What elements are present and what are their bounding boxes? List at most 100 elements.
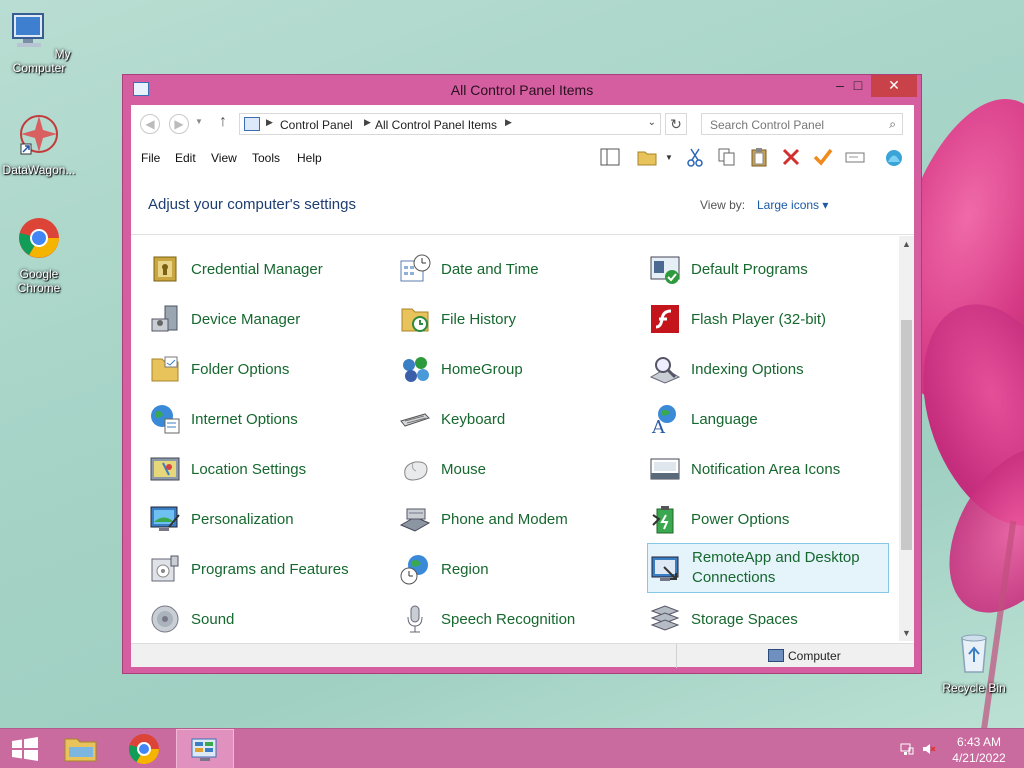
view-by-label: View by: (700, 198, 746, 212)
volume-muted-icon[interactable] (922, 742, 936, 756)
item-label: Personalization (191, 511, 294, 528)
item-mouse[interactable]: Mouse (397, 444, 639, 494)
item-label: Device Manager (191, 311, 301, 328)
notification-icon (650, 458, 680, 480)
item-notification-area-icons[interactable]: Notification Area Icons (647, 444, 889, 494)
address-bar[interactable]: ▶ Control Panel ▶ All Control Panel Item… (239, 113, 661, 135)
back-button[interactable]: ◀ (140, 114, 160, 134)
device-manager-icon (151, 305, 178, 332)
computer-icon (12, 13, 45, 47)
layout-icon[interactable] (599, 146, 621, 168)
item-sound[interactable]: Sound (147, 594, 389, 641)
item-label: Language (691, 411, 758, 428)
item-flash-player[interactable]: Flash Player (32-bit) (647, 294, 889, 344)
close-button[interactable]: ✕ (871, 75, 917, 97)
status-bar: Computer (131, 643, 914, 668)
file-history-icon (401, 308, 429, 332)
desktop-icon-google-chrome[interactable]: Google Chrome (1, 216, 77, 295)
scroll-down-arrow[interactable]: ▼ (899, 628, 914, 638)
page-title: Adjust your computer's settings (148, 196, 356, 213)
item-device-manager[interactable]: Device Manager (147, 294, 389, 344)
item-homegroup[interactable]: HomeGroup (397, 344, 639, 394)
item-indexing-options[interactable]: Indexing Options (647, 344, 889, 394)
item-label: Flash Player (32-bit) (691, 311, 827, 328)
breadcrumb-separator[interactable]: ▶ (266, 117, 273, 128)
menu-tools[interactable]: Tools (252, 151, 280, 165)
delete-icon[interactable] (780, 146, 802, 168)
window-titlebar[interactable]: All Control Panel Items – □ ✕ (123, 75, 921, 105)
item-programs-and-features[interactable]: Programs and Features (147, 544, 389, 594)
rename-icon[interactable] (844, 146, 866, 168)
start-button[interactable] (0, 729, 58, 768)
clock-date: 4/21/2022 (952, 751, 1006, 765)
item-speech-recognition[interactable]: Speech Recognition (397, 594, 639, 641)
scroll-up-arrow[interactable]: ▲ (899, 239, 914, 249)
item-storage-spaces[interactable]: Storage Spaces (647, 594, 889, 641)
menu-help[interactable]: Help (297, 151, 322, 165)
item-region[interactable]: Region (397, 544, 639, 594)
menu-bar: File Edit View Tools Help ▼ (131, 143, 914, 171)
item-credential-manager[interactable]: Credential Manager (147, 244, 389, 294)
item-label: Sound (191, 611, 235, 628)
item-default-programs[interactable]: Default Programs (647, 244, 889, 294)
item-label: Default Programs (691, 261, 808, 278)
scroll-thumb[interactable] (901, 320, 912, 550)
item-folder-options[interactable]: Folder Options (147, 344, 389, 394)
desktop-icon-recycle-bin[interactable]: Recycle Bin (936, 630, 1012, 695)
control-panel-taskbar-button[interactable] (176, 729, 234, 768)
item-power-options[interactable]: Power Options (647, 494, 889, 544)
item-label: Programs and Features (191, 561, 349, 578)
item-keyboard[interactable]: Keyboard (397, 394, 639, 444)
network-icon[interactable] (900, 742, 914, 756)
item-date-and-time[interactable]: Date and Time (397, 244, 639, 294)
breadcrumb-all-items[interactable]: All Control Panel Items (375, 118, 497, 132)
item-language[interactable]: A Language (647, 394, 889, 444)
search-placeholder: Search Control Panel (710, 118, 825, 132)
item-label: Credential Manager (191, 261, 323, 278)
shell-icon[interactable] (883, 146, 905, 168)
maximize-button[interactable]: □ (845, 75, 871, 97)
search-input[interactable]: Search Control Panel ⌕ (701, 113, 903, 135)
item-label: Phone and Modem (441, 511, 568, 528)
paste-icon[interactable] (748, 146, 770, 168)
folder-dropdown-icon[interactable]: ▼ (665, 153, 673, 162)
recent-locations-dropdown[interactable]: ▼ (195, 117, 203, 126)
desktop-icon-label: Recycle Bin (942, 681, 1006, 695)
item-label: Keyboard (441, 411, 506, 428)
item-remoteapp-and-desktop-connections[interactable]: RemoteApp and Desktop Connections (647, 543, 889, 593)
system-clock[interactable]: 6:43 AM 4/21/2022 (940, 734, 1018, 766)
item-phone-and-modem[interactable]: Phone and Modem (397, 494, 639, 544)
sound-icon (151, 605, 179, 633)
file-explorer-taskbar-icon[interactable] (52, 729, 110, 768)
menu-view[interactable]: View (211, 151, 237, 165)
copy-icon[interactable] (716, 146, 738, 168)
computer-icon (768, 649, 784, 662)
forward-button[interactable]: ▶ (169, 114, 189, 134)
view-by-dropdown[interactable]: Large icons ▾ (757, 198, 828, 212)
location-icon (150, 457, 180, 481)
chrome-taskbar-icon[interactable] (115, 729, 173, 768)
item-label: Indexing Options (691, 361, 804, 378)
item-personalization[interactable]: Personalization (147, 494, 389, 544)
taskbar: 6:43 AM 4/21/2022 (0, 728, 1024, 768)
flash-icon (651, 305, 679, 333)
breadcrumb-separator[interactable]: ▶ (505, 117, 512, 128)
item-label: Storage Spaces (691, 611, 798, 628)
desktop-icon-my-computer[interactable]: My Computer (1, 10, 77, 75)
item-location-settings[interactable]: Location Settings (147, 444, 389, 494)
cut-icon[interactable] (684, 146, 706, 168)
refresh-button[interactable]: ↻ (665, 113, 687, 135)
vertical-scrollbar[interactable]: ▲ ▼ (899, 236, 914, 641)
properties-check-icon[interactable] (812, 146, 834, 168)
breadcrumb-control-panel[interactable]: Control Panel (280, 118, 353, 132)
item-internet-options[interactable]: Internet Options (147, 394, 389, 444)
breadcrumb-separator[interactable]: ▶ (364, 117, 371, 128)
address-dropdown-icon[interactable]: ⌄ (648, 117, 656, 128)
item-file-history[interactable]: File History (397, 294, 639, 344)
desktop-icon-datawagon[interactable]: DataWagon... (1, 112, 77, 177)
menu-edit[interactable]: Edit (175, 151, 196, 165)
storage-icon (650, 605, 680, 631)
menu-file[interactable]: File (141, 151, 160, 165)
folder-toolbar-icon[interactable] (636, 146, 658, 168)
up-button[interactable]: ↑ (219, 113, 227, 131)
